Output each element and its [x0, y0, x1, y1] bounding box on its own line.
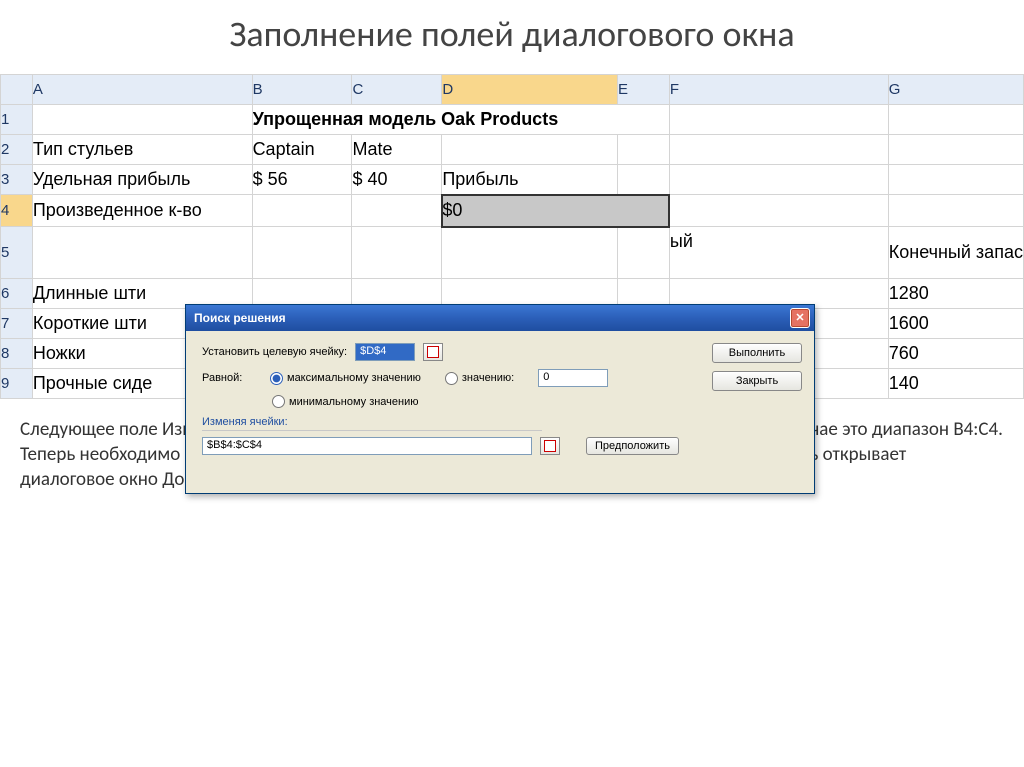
cell-G2[interactable] — [888, 135, 1023, 165]
cell-D4[interactable]: $0 — [442, 195, 670, 227]
cell-A3[interactable]: Удельная прибыль — [32, 165, 252, 195]
cell-G5[interactable]: Конечный запас — [888, 227, 1023, 279]
row-header-3[interactable]: 3 — [1, 165, 33, 195]
col-header-A[interactable]: A — [32, 75, 252, 105]
cell-B3[interactable]: $ 56 — [252, 165, 352, 195]
cell-B1[interactable]: Упрощенная модель Oak Products — [252, 105, 669, 135]
target-cell-input[interactable]: $D$4 — [355, 343, 415, 361]
radio-value[interactable]: значению: — [445, 372, 514, 385]
cell-C4[interactable] — [352, 195, 442, 227]
cell-G7[interactable]: 1600 — [888, 309, 1023, 339]
row-header-1[interactable]: 1 — [1, 105, 33, 135]
changing-cells-input[interactable]: $B$4:$C$4 — [202, 437, 532, 455]
cell-E3[interactable] — [618, 165, 670, 195]
radio-min-input[interactable] — [272, 395, 285, 408]
spreadsheet: A B C D E F G 1 Упрощенная модель Oak Pr… — [0, 74, 1024, 399]
cell-E5[interactable] — [618, 227, 670, 279]
cell-C2[interactable]: Mate — [352, 135, 442, 165]
dialog-titlebar[interactable]: Поиск решения ✕ — [186, 305, 814, 331]
target-cell-label: Установить целевую ячейку: — [202, 346, 347, 358]
row-header-2[interactable]: 2 — [1, 135, 33, 165]
cell-F1[interactable] — [669, 105, 888, 135]
guess-button[interactable]: Предположить — [586, 437, 679, 455]
solver-dialog[interactable]: Поиск решения ✕ Выполнить Закрыть Устано… — [185, 304, 815, 494]
col-header-B[interactable]: B — [252, 75, 352, 105]
col-header-C[interactable]: C — [352, 75, 442, 105]
col-header-D[interactable]: D — [442, 75, 618, 105]
cell-E2[interactable] — [618, 135, 670, 165]
equal-to-label: Равной: — [202, 372, 262, 384]
execute-button[interactable]: Выполнить — [712, 343, 802, 363]
cell-B4[interactable] — [252, 195, 352, 227]
cell-B5[interactable] — [252, 227, 352, 279]
dialog-title: Поиск решения — [194, 311, 790, 325]
radio-max-input[interactable] — [270, 372, 283, 385]
radio-min[interactable]: минимальному значению — [272, 395, 419, 408]
cell-D5[interactable] — [442, 227, 618, 279]
cell-G3[interactable] — [888, 165, 1023, 195]
cell-D2[interactable] — [442, 135, 618, 165]
cell-G1[interactable] — [888, 105, 1023, 135]
row-header-7[interactable]: 7 — [1, 309, 33, 339]
cell-D3[interactable]: Прибыль — [442, 165, 618, 195]
cell-A1[interactable] — [32, 105, 252, 135]
cell-F5[interactable]: ый — [669, 227, 888, 279]
radio-value-label: значению: — [462, 372, 514, 384]
cell-A4[interactable]: Произведенное к-во — [32, 195, 252, 227]
row-header-8[interactable]: 8 — [1, 339, 33, 369]
cell-C3[interactable]: $ 40 — [352, 165, 442, 195]
select-all-corner[interactable] — [1, 75, 33, 105]
collapse-dialog-icon[interactable] — [423, 343, 443, 361]
cell-C5[interactable] — [352, 227, 442, 279]
slide-title: Заполнение полей диалогового окна — [0, 0, 1024, 74]
col-header-G[interactable]: G — [888, 75, 1023, 105]
cell-G4[interactable] — [888, 195, 1023, 227]
row-header-4[interactable]: 4 — [1, 195, 33, 227]
row-header-5[interactable]: 5 — [1, 227, 33, 279]
row-header-9[interactable]: 9 — [1, 369, 33, 399]
cell-G9[interactable]: 140 — [888, 369, 1023, 399]
col-header-E[interactable]: E — [618, 75, 670, 105]
cell-F3[interactable] — [669, 165, 888, 195]
cell-F2[interactable] — [669, 135, 888, 165]
radio-max-label: максимальному значению — [287, 372, 421, 384]
radio-value-input[interactable] — [445, 372, 458, 385]
cell-B2[interactable]: Captain — [252, 135, 352, 165]
close-icon[interactable]: ✕ — [790, 308, 810, 328]
cell-A2[interactable]: Тип стульев — [32, 135, 252, 165]
cell-F4[interactable] — [669, 195, 888, 227]
row-header-6[interactable]: 6 — [1, 279, 33, 309]
collapse-dialog-icon-2[interactable] — [540, 437, 560, 455]
changing-cells-label: Изменяя ячейки: — [202, 416, 542, 431]
radio-min-label: минимальному значению — [289, 396, 419, 408]
close-button[interactable]: Закрыть — [712, 371, 802, 391]
col-header-F[interactable]: F — [669, 75, 888, 105]
value-input[interactable]: 0 — [538, 369, 608, 387]
radio-max[interactable]: максимальному значению — [270, 372, 421, 385]
cell-A5[interactable] — [32, 227, 252, 279]
cell-G8[interactable]: 760 — [888, 339, 1023, 369]
cell-G6[interactable]: 1280 — [888, 279, 1023, 309]
